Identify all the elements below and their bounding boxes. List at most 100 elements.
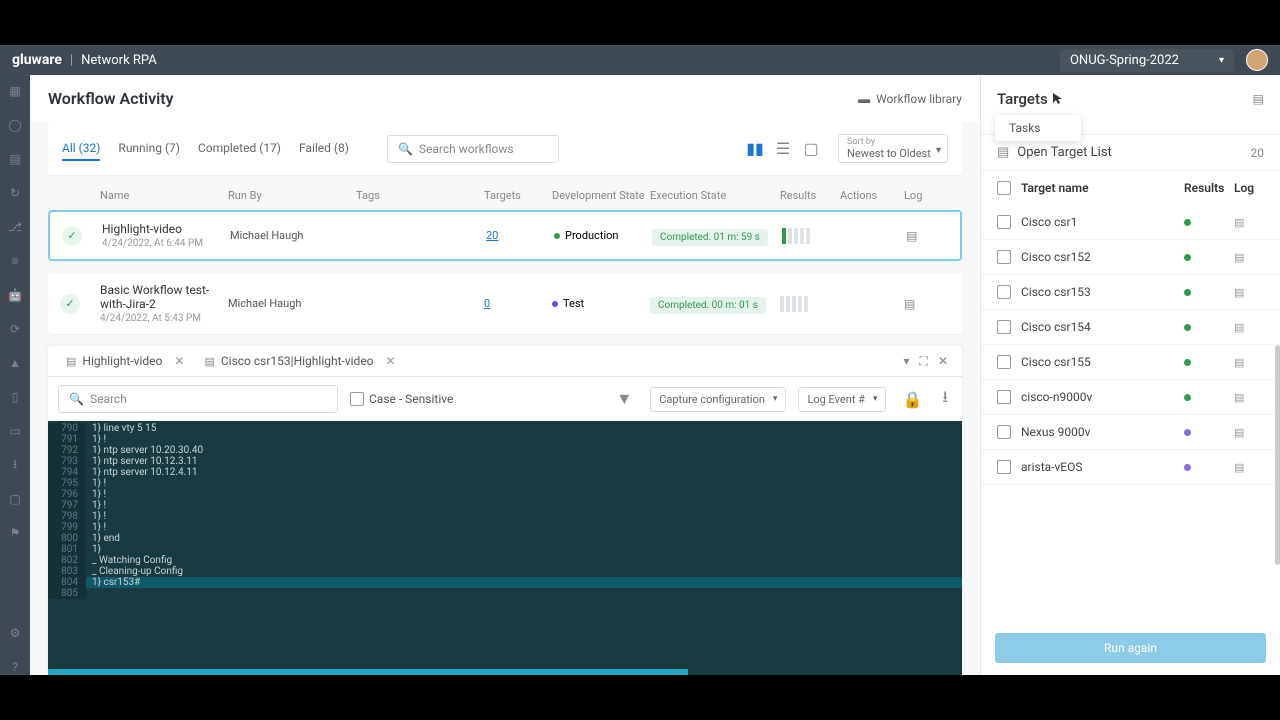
rail-phone-icon[interactable]: ▯ <box>7 389 23 405</box>
close-icon[interactable]: ✕ <box>386 354 396 368</box>
tab-all[interactable]: All (32) <box>62 137 100 161</box>
rail-branch-icon[interactable]: ⎇ <box>7 219 23 235</box>
status-success-icon: ✓ <box>60 294 80 314</box>
view-calendar-icon[interactable]: ▢ <box>802 142 820 156</box>
log-icon[interactable]: ▤ <box>1234 251 1264 264</box>
filter-icon[interactable]: ▼ <box>610 389 638 409</box>
rail-settings-icon[interactable]: ⚙ <box>7 625 23 641</box>
capture-config-select[interactable]: Capture configuration▾ <box>650 387 786 412</box>
console-output[interactable]: 7901} line vty 5 157911} !7921} ntp serv… <box>48 421 962 669</box>
status-dot-icon <box>1184 359 1191 366</box>
search-workflows-input[interactable]: 🔍 Search workflows <box>387 135 560 163</box>
target-row[interactable]: Cisco csr154▤ <box>981 310 1280 345</box>
log-icon[interactable]: ▤ <box>906 229 936 243</box>
sort-select[interactable]: Sort by Newest to Oldest ▾ <box>838 134 948 163</box>
view-list-icon[interactable]: ☰ <box>774 142 792 156</box>
rail-doc-icon[interactable]: ▤ <box>7 151 23 167</box>
expand-icon[interactable]: ⛶ <box>920 354 928 369</box>
target-checkbox[interactable] <box>997 390 1011 404</box>
rail-dashboard-icon[interactable]: ▦ <box>7 83 23 99</box>
list-icon: ▤ <box>997 145 1009 160</box>
target-checkbox[interactable] <box>997 250 1011 264</box>
log-tab[interactable]: ▤ Cisco csr153|Highlight-video ✕ <box>194 346 405 376</box>
target-row[interactable]: Cisco csr155▤ <box>981 345 1280 380</box>
filter-bar: All (32) Running (7) Completed (17) Fail… <box>48 122 962 175</box>
close-icon[interactable]: ✕ <box>938 354 948 369</box>
target-row[interactable]: Cisco csr152▤ <box>981 240 1280 275</box>
left-rail: ▦ ◯ ▤ ↻ ⎇ ≡ 🤖 ⟳ ▲ ▯ ▭ ⭳ ▢ ⚑ ⚙ ? <box>0 75 30 675</box>
chevron-down-icon: ▾ <box>1219 55 1224 66</box>
tab-running[interactable]: Running (7) <box>118 137 180 161</box>
log-icon[interactable]: ▤ <box>1234 216 1264 229</box>
targets-link[interactable]: 0 <box>484 297 552 310</box>
targets-title: Targets <box>997 90 1048 108</box>
target-row[interactable]: Cisco csr153▤ <box>981 275 1280 310</box>
org-selector[interactable]: ONUG-Spring-2022▾ <box>1060 49 1234 72</box>
case-sensitive-checkbox[interactable]: Case - Sensitive <box>350 392 453 406</box>
target-checkbox[interactable] <box>997 285 1011 299</box>
target-row[interactable]: cisco-n9000v▤ <box>981 380 1280 415</box>
workflow-library-link[interactable]: ▬ Workflow library <box>858 92 962 106</box>
rail-help-icon[interactable]: ? <box>7 659 23 675</box>
tab-completed[interactable]: Completed (17) <box>198 137 281 161</box>
rail-up-icon[interactable]: ▲ <box>7 355 23 371</box>
log-icon[interactable]: ▤ <box>1234 391 1264 404</box>
targets-table-header: Target name Results Log <box>981 171 1280 205</box>
chevron-down-icon[interactable]: ▾ <box>904 354 910 369</box>
rail-stats-icon[interactable]: ⟳ <box>7 321 23 337</box>
close-icon[interactable]: ✕ <box>174 354 184 368</box>
status-dot-icon <box>1184 219 1191 226</box>
rail-download-icon[interactable]: ⭳ <box>7 457 23 473</box>
view-cards-icon[interactable]: ▮▮ <box>746 142 764 156</box>
tasks-popup[interactable]: Tasks <box>995 115 1081 141</box>
target-checkbox[interactable] <box>997 215 1011 229</box>
rail-calendar-icon[interactable]: ▢ <box>7 491 23 507</box>
status-dot-icon <box>1184 254 1191 261</box>
workflow-row[interactable]: ✓ Highlight-video 4/24/2022, At 6:44 PM … <box>48 210 962 261</box>
log-search-input[interactable]: 🔍 Search <box>58 385 338 413</box>
rail-robot-icon[interactable]: 🤖 <box>7 287 23 303</box>
tab-failed[interactable]: Failed (8) <box>299 137 349 161</box>
download-icon[interactable]: ⭳ <box>938 386 952 413</box>
log-icon[interactable]: ▤ <box>1234 426 1264 439</box>
log-tab[interactable]: ▤ Highlight-video ✕ <box>56 346 194 376</box>
workflow-name: Basic Workflow test-with-Jira-2 <box>100 283 228 311</box>
status-dot-icon <box>1184 289 1191 296</box>
log-event-select[interactable]: Log Event #▾ <box>798 387 886 412</box>
scrollbar[interactable] <box>1275 345 1280 565</box>
rail-refresh-icon[interactable]: ↻ <box>7 185 23 201</box>
run-again-button[interactable]: Run again <box>995 633 1266 663</box>
target-checkbox[interactable] <box>997 460 1011 474</box>
panel-menu-icon[interactable]: ▤ <box>1253 92 1264 106</box>
status-dot-icon <box>1184 464 1191 471</box>
status-success-icon: ✓ <box>62 226 82 246</box>
target-row[interactable]: Cisco csr1▤ <box>981 205 1280 240</box>
rail-db-icon[interactable]: ≡ <box>7 253 23 269</box>
rail-flag-icon[interactable]: ⚑ <box>7 525 23 541</box>
log-panel: ▤ Highlight-video ✕ ▤ Cisco csr153|Highl… <box>48 346 962 675</box>
log-icon[interactable]: ▤ <box>904 297 934 311</box>
target-checkbox[interactable] <box>997 320 1011 334</box>
folder-icon: ▬ <box>858 92 870 106</box>
product-name: Network RPA <box>81 53 157 68</box>
targets-link[interactable]: 20 <box>486 229 554 242</box>
doc-icon: ▤ <box>66 355 76 368</box>
workflow-row[interactable]: ✓ Basic Workflow test-with-Jira-2 4/24/2… <box>48 273 962 334</box>
avatar[interactable] <box>1246 49 1268 71</box>
target-checkbox[interactable] <box>997 355 1011 369</box>
scrollbar[interactable] <box>48 669 962 675</box>
doc-icon: ▤ <box>204 355 214 368</box>
rail-screen-icon[interactable]: ▭ <box>7 423 23 439</box>
workflow-name: Highlight-video <box>102 222 230 236</box>
target-row[interactable]: arista-vEOS▤ <box>981 450 1280 485</box>
target-row[interactable]: Nexus 9000v▤ <box>981 415 1280 450</box>
log-icon[interactable]: ▤ <box>1234 461 1264 474</box>
log-icon[interactable]: ▤ <box>1234 286 1264 299</box>
targets-panel: Targets ▤ Tasks ▤ Open Target List 20 Ta… <box>980 75 1280 675</box>
lock-icon[interactable]: 🔒 <box>898 390 926 409</box>
log-icon[interactable]: ▤ <box>1234 356 1264 369</box>
log-icon[interactable]: ▤ <box>1234 321 1264 334</box>
target-checkbox[interactable] <box>997 425 1011 439</box>
rail-globe-icon[interactable]: ◯ <box>7 117 23 133</box>
select-all-checkbox[interactable] <box>997 181 1011 195</box>
